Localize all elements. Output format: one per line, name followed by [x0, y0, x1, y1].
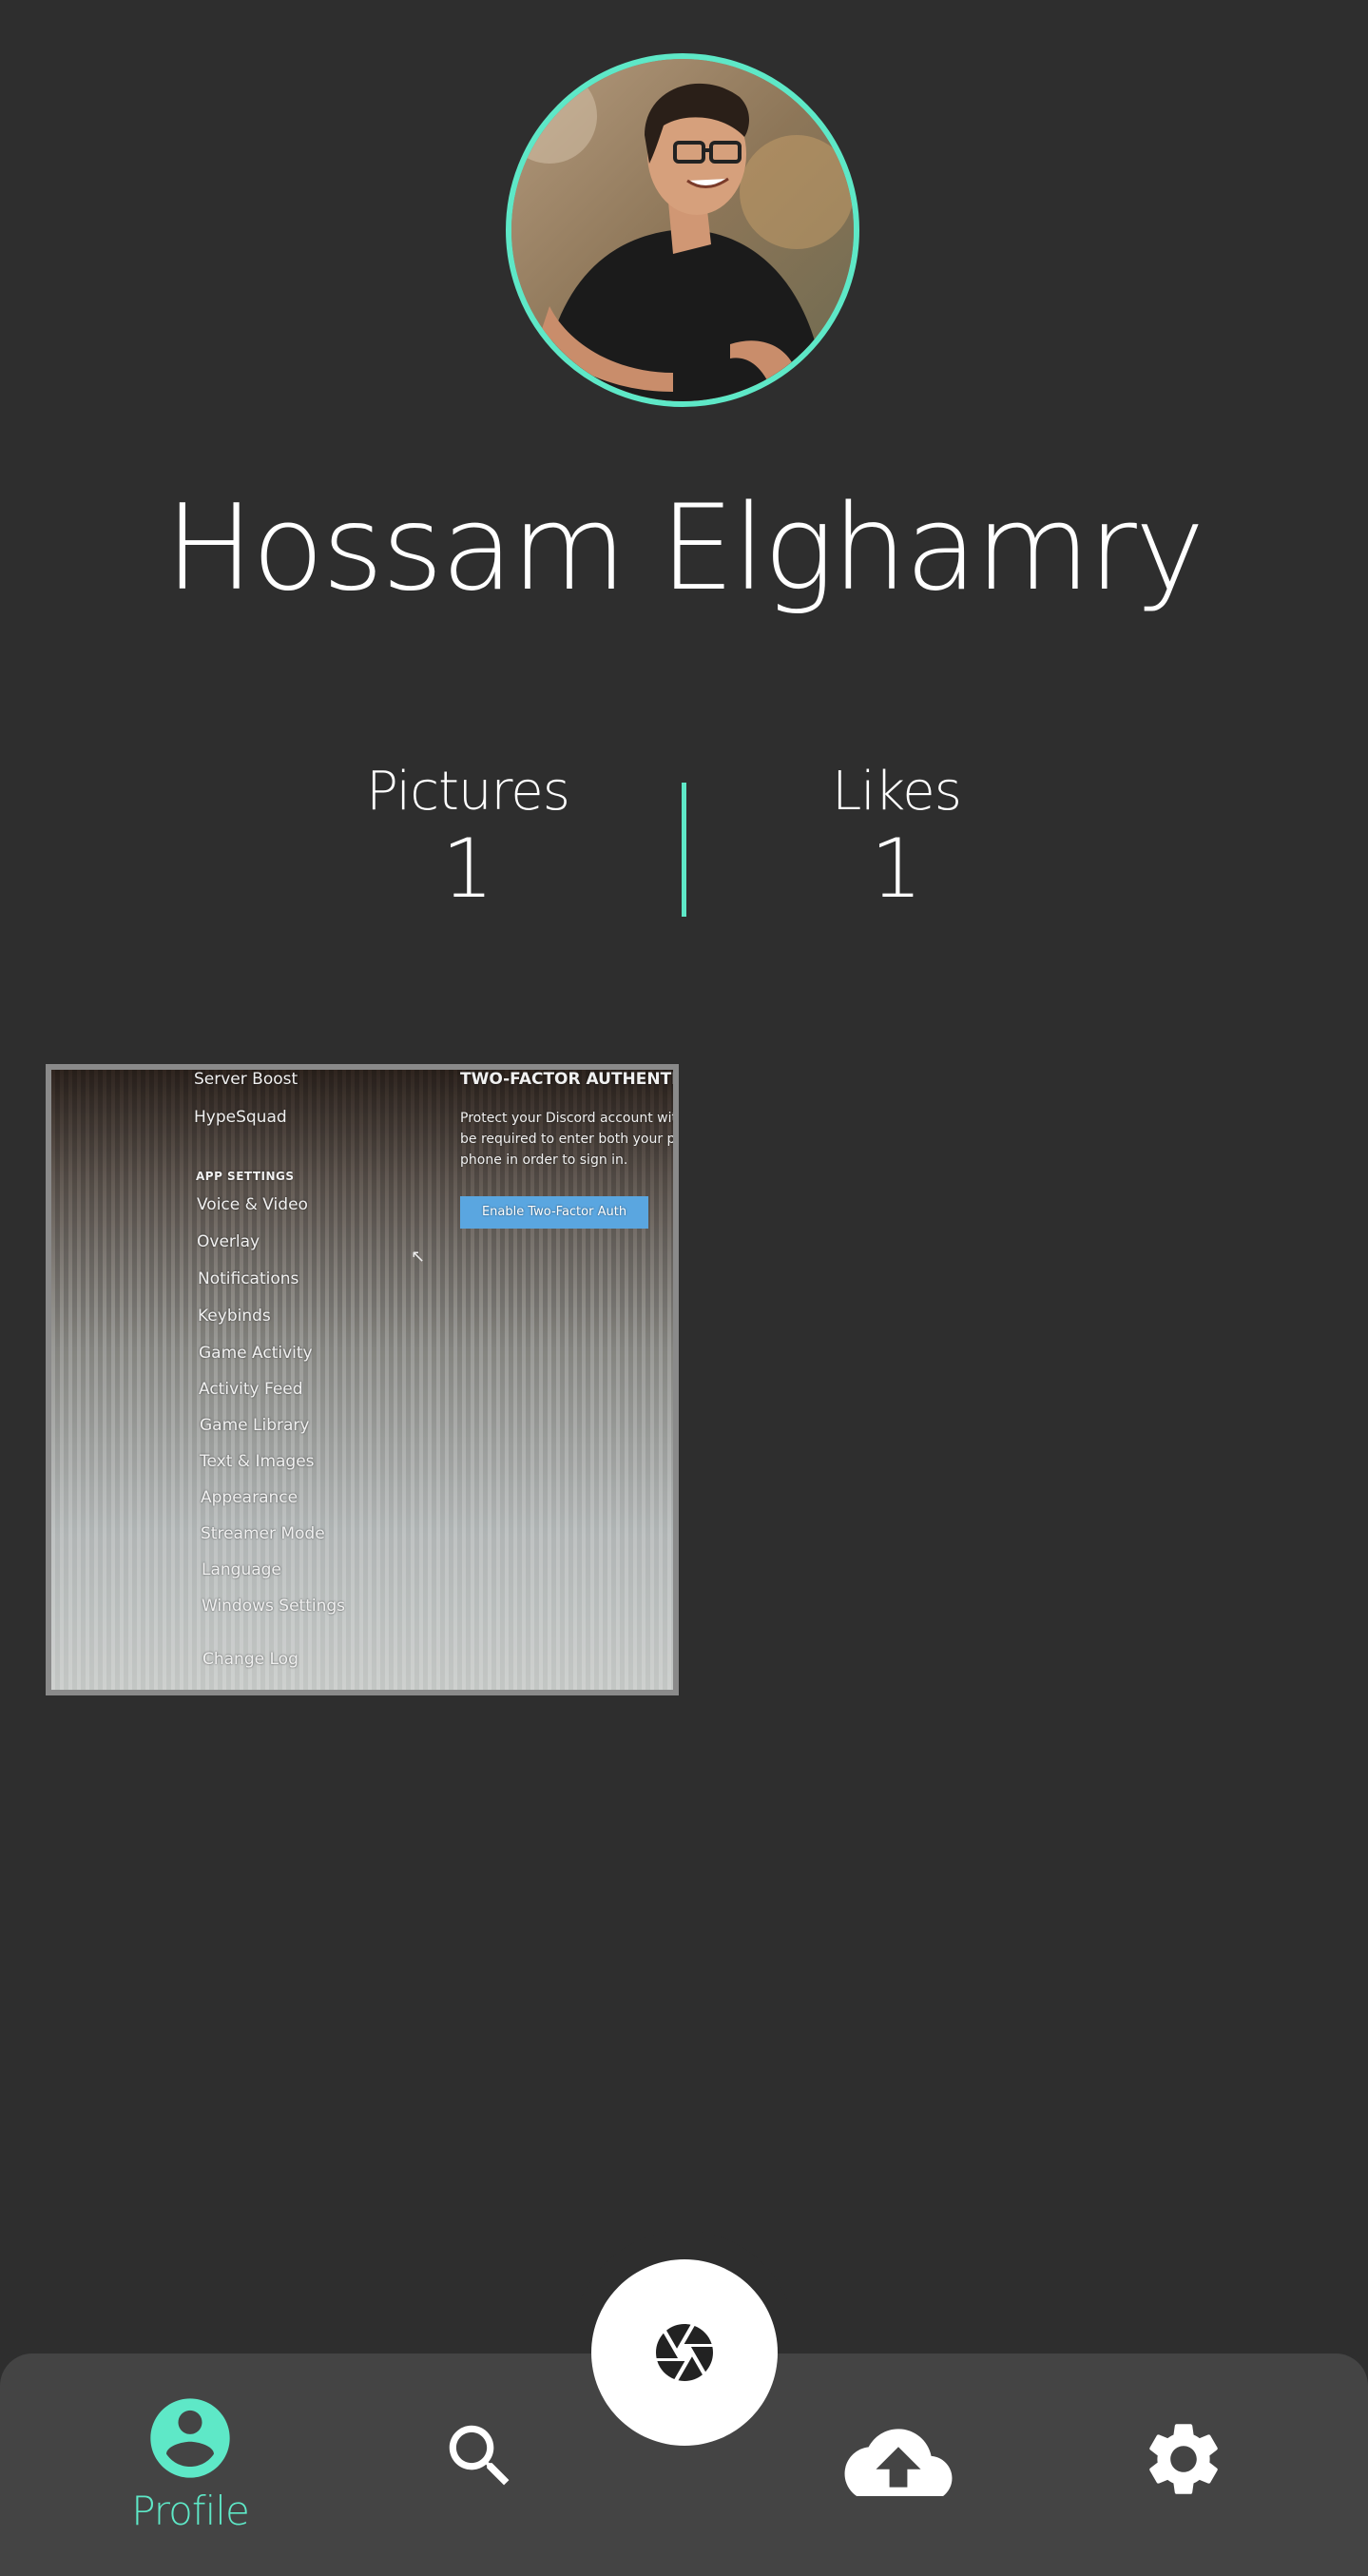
stat-likes-label: Likes — [832, 761, 962, 823]
thumbnail-menu-item: Windows Settings — [202, 1597, 346, 1616]
profile-avatar[interactable] — [506, 53, 859, 407]
camera-button[interactable] — [591, 2259, 778, 2446]
profile-name: Hossam Elghamry — [164, 480, 1204, 617]
thumbnail-menu-item: Streamer Mode — [201, 1524, 325, 1543]
gear-icon — [1149, 2424, 1218, 2494]
stat-likes: Likes 1 — [754, 759, 1039, 917]
search-icon — [449, 2425, 510, 2486]
stat-pictures: Pictures 1 — [325, 759, 610, 917]
cloud-upload-icon — [844, 2429, 953, 2496]
thumbnail-description: Protect your Discord account with be req… — [460, 1111, 679, 1168]
camera-shutter-icon — [656, 2324, 713, 2381]
thumbnail-menu-item: Change Log — [202, 1650, 299, 1669]
thumbnail-menu-item: Voice & Video — [197, 1195, 308, 1214]
nav-upload[interactable] — [837, 2420, 960, 2496]
profile-icon — [150, 2398, 230, 2478]
nav-settings[interactable] — [1136, 2415, 1231, 2503]
thumbnail-menu-item: Game Activity — [199, 1344, 313, 1363]
thumbnail-menu-item: APP SETTINGS — [196, 1170, 295, 1183]
thumbnail-menu-item: Notifications — [198, 1269, 299, 1288]
thumbnail-button: Enable Two-Factor Auth — [460, 1196, 648, 1229]
thumbnail-menu-item: Text & Images — [200, 1452, 315, 1471]
stat-likes-value: 1 — [870, 822, 923, 917]
user-photo — [511, 59, 854, 401]
thumbnail-menu-item: Appearance — [201, 1488, 299, 1507]
thumbnail-menu-item: Activity Feed — [199, 1380, 303, 1399]
stats-divider — [682, 783, 686, 917]
thumbnail-heading: TWO-FACTOR AUTHENTICA — [460, 1070, 679, 1089]
nav-profile-label: Profile — [131, 2488, 250, 2534]
thumbnail-menu-item: HypeSquad — [194, 1108, 287, 1127]
nav-search[interactable] — [433, 2415, 528, 2497]
nav-profile[interactable]: Profile — [105, 2391, 276, 2534]
stat-pictures-label: Pictures — [366, 761, 570, 823]
thumbnail-menu-item: Server Boost — [194, 1070, 299, 1089]
thumbnail-menu-item: Language — [202, 1560, 281, 1579]
thumbnail-menu-item: Game Library — [200, 1416, 310, 1435]
thumbnail-menu-item: Keybinds — [198, 1307, 271, 1326]
thumbnail-menu-item: Overlay — [197, 1232, 260, 1251]
gallery-thumbnail[interactable]: Server Boost HypeSquad APP SETTINGS Voic… — [46, 1064, 679, 1695]
cursor-icon: ↖ — [411, 1247, 426, 1267]
stat-pictures-value: 1 — [441, 822, 494, 917]
